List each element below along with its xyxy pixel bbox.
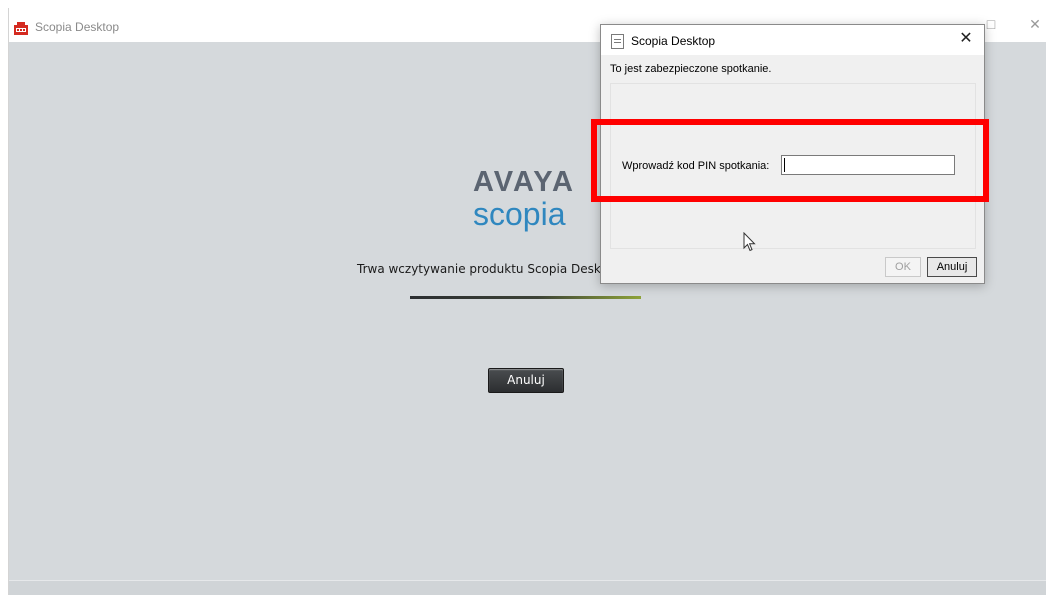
- app-icon: [14, 22, 28, 35]
- document-icon: [611, 34, 624, 49]
- dialog-cancel-button[interactable]: Anuluj: [927, 257, 977, 277]
- main-window-title: Scopia Desktop: [35, 20, 120, 34]
- highlight-annotation: [591, 119, 989, 202]
- dialog-message: To jest zabezpieczone spotkanie.: [610, 63, 772, 75]
- main-cancel-button[interactable]: Anuluj: [488, 368, 564, 393]
- avaya-logo: AVAYA: [473, 166, 575, 198]
- progress-bar: [410, 296, 641, 299]
- dialog-titlebar[interactable]: Scopia Desktop ✕: [601, 25, 984, 55]
- ok-button[interactable]: OK: [885, 257, 921, 277]
- dialog-title: Scopia Desktop: [631, 34, 716, 48]
- close-icon[interactable]: ✕: [1025, 14, 1045, 34]
- progress-bar-fill: [410, 296, 641, 299]
- dialog-close-icon[interactable]: ✕: [956, 29, 976, 49]
- status-strip: [9, 580, 1046, 595]
- scopia-logo: scopia: [473, 196, 566, 232]
- mouse-cursor-icon: [743, 232, 756, 252]
